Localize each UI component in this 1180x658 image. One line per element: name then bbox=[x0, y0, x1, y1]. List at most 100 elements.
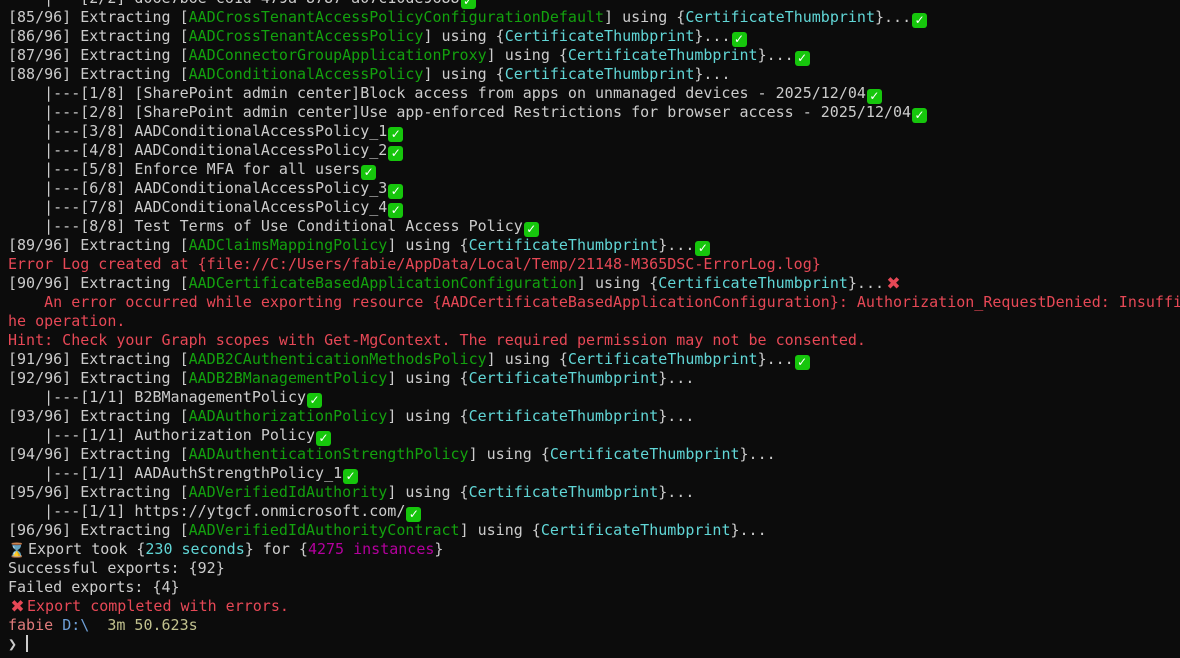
output-text: 3m 50.623s bbox=[107, 616, 198, 634]
output-text: |---[2/2] d06e7b6e-c61d-479a-8787-a07c10… bbox=[8, 0, 459, 7]
line-export-took: ⌛ Export took {230 seconds} for {4275 ins… bbox=[8, 540, 1180, 559]
check-icon: ✓ bbox=[388, 127, 404, 142]
output-text: Hint: Check your Graph scopes with Get-M… bbox=[8, 331, 866, 349]
output-text: D:\ bbox=[62, 616, 90, 634]
line-extract-90: [90/96] Extracting [AADCertificateBasedA… bbox=[8, 274, 1180, 293]
line-extract-94: [94/96] Extracting [AADAuthenticationStr… bbox=[8, 445, 1180, 464]
line-extract-85: [85/96] Extracting [AADCrossTenantAccess… bbox=[8, 8, 1180, 28]
line-sub-88-4: |---[4/8] AADConditionalAccessPolicy_2 ✓ bbox=[8, 141, 1180, 161]
output-text: Failed exports: {4} bbox=[8, 578, 180, 596]
terminal-output: |---[2/2] d06e7b6e-c61d-479a-8787-a07c10… bbox=[8, 0, 1180, 654]
line-sub-88-5: |---[5/8] Enforce MFA for all users ✓ bbox=[8, 160, 1180, 180]
output-text: [86/96] Extracting [ bbox=[8, 27, 189, 45]
line-sub-93-1: |---[1/1] Authorization Policy ✓ bbox=[8, 426, 1180, 446]
output-text: AADAuthorizationPolicy bbox=[188, 407, 388, 425]
check-icon: ✓ bbox=[361, 165, 377, 180]
output-text: ] using { bbox=[459, 521, 541, 539]
output-text: |---[1/1] https://ytgcf.onmicrosoft.com/ bbox=[8, 502, 406, 520]
output-text: CertificateThumbprint bbox=[504, 27, 695, 45]
output-text: AADB2BManagementPolicy bbox=[188, 369, 388, 387]
output-text: CertificateThumbprint bbox=[567, 46, 758, 64]
output-text: 4275 instances bbox=[307, 540, 435, 558]
check-icon: ✓ bbox=[866, 89, 882, 104]
output-text: }... bbox=[658, 483, 695, 501]
output-text: ] using { bbox=[468, 445, 550, 463]
output-text: [95/96] Extracting [ bbox=[8, 483, 189, 501]
output-text: }... bbox=[739, 445, 776, 463]
output-text: |---[1/8] [SharePoint admin center]Block… bbox=[8, 84, 866, 102]
output-text: |---[4/8] AADConditionalAccessPolicy_2 bbox=[8, 141, 388, 159]
output-text: ] using { bbox=[423, 65, 505, 83]
output-text: }... bbox=[757, 350, 794, 368]
output-text: |---[8/8] Test Terms of Use Conditional … bbox=[8, 217, 523, 235]
check-icon: ✓ bbox=[794, 51, 810, 66]
output-text: 230 seconds bbox=[145, 540, 245, 558]
output-text: CertificateThumbprint bbox=[685, 8, 875, 26]
output-text: [92/96] Extracting [ bbox=[8, 369, 189, 387]
output-text: ] using { bbox=[486, 350, 568, 368]
line-sub-88-2: |---[2/8] [SharePoint admin center]Use a… bbox=[8, 103, 1180, 123]
check-icon: ✓ bbox=[731, 32, 747, 47]
hourglass-icon: ⌛ bbox=[8, 543, 26, 559]
output-text: |---[6/8] AADConditionalAccessPolicy_3 bbox=[8, 179, 388, 197]
output-text: Successful exports: {92} bbox=[8, 559, 225, 577]
check-icon: ✓ bbox=[307, 393, 323, 408]
line-extract-91: [91/96] Extracting [AADB2CAuthentication… bbox=[8, 350, 1180, 370]
line-successful-exports: Successful exports: {92} bbox=[8, 559, 1180, 578]
output-text: |---[1/1] B2BManagementPolicy bbox=[8, 388, 307, 406]
output-text: ❯ bbox=[8, 635, 18, 653]
output-text: [87/96] Extracting [ bbox=[8, 46, 189, 64]
output-text: AADVerifiedIdAuthority bbox=[188, 483, 388, 501]
output-text: ] using { bbox=[387, 483, 469, 501]
output-text: AADCrossTenantAccessPolicyConfigurationD… bbox=[188, 8, 605, 26]
output-text: Export completed with errors. bbox=[27, 597, 289, 615]
line-extract-86: [86/96] Extracting [AADCrossTenantAccess… bbox=[8, 27, 1180, 47]
check-icon: ✓ bbox=[912, 13, 928, 28]
output-text: ] using { bbox=[387, 407, 469, 425]
output-text: AADCrossTenantAccessPolicy bbox=[188, 27, 424, 45]
output-text: ] using { bbox=[387, 369, 469, 387]
output-text: AADConditionalAccessPolicy bbox=[188, 65, 424, 83]
check-icon: ✓ bbox=[316, 431, 332, 446]
line-sub-94-1: |---[1/1] AADAuthStrengthPolicy_1 ✓ bbox=[8, 464, 1180, 484]
line-hint: Hint: Check your Graph scopes with Get-M… bbox=[8, 331, 1180, 350]
line-extract-92: [92/96] Extracting [AADB2BManagementPoli… bbox=[8, 369, 1180, 388]
line-prompt: ❯ bbox=[8, 635, 1180, 654]
output-text: }... bbox=[694, 65, 731, 83]
check-icon: ✓ bbox=[388, 203, 404, 218]
output-text: [94/96] Extracting [ bbox=[8, 445, 189, 463]
output-text: AADAuthenticationStrengthPolicy bbox=[188, 445, 469, 463]
line-sub-88-3: |---[3/8] AADConditionalAccessPolicy_1 ✓ bbox=[8, 122, 1180, 142]
line-extract-96: [96/96] Extracting [AADVerifiedIdAuthori… bbox=[8, 521, 1180, 540]
output-text: }... bbox=[757, 46, 794, 64]
output-text: CertificateThumbprint bbox=[504, 65, 695, 83]
output-text: CertificateThumbprint bbox=[468, 483, 659, 501]
cross-icon: ✖ bbox=[10, 597, 25, 617]
line-export-completed: ✖ Export completed with errors. bbox=[8, 597, 1180, 616]
output-text: ] using { bbox=[604, 8, 686, 26]
output-text: }... bbox=[658, 369, 695, 387]
output-text: fabie bbox=[8, 616, 54, 634]
output-text: he operation. bbox=[8, 312, 126, 330]
line-error-message: An error occurred while exporting resour… bbox=[8, 293, 1180, 312]
output-text: An error occurred while exporting resour… bbox=[8, 293, 1180, 311]
output-text: [96/96] Extracting [ bbox=[8, 521, 189, 539]
output-text: [89/96] Extracting [ bbox=[8, 236, 189, 254]
line-extract-87: [87/96] Extracting [AADConnectorGroupApp… bbox=[8, 46, 1180, 66]
line-extract-89: [89/96] Extracting [AADClaimsMappingPoli… bbox=[8, 236, 1180, 256]
terminal-window[interactable]: |---[2/2] d06e7b6e-c61d-479a-8787-a07c10… bbox=[0, 0, 1180, 658]
output-text: [88/96] Extracting [ bbox=[8, 65, 189, 83]
output-text: [90/96] Extracting [ bbox=[8, 274, 189, 292]
check-icon: ✓ bbox=[388, 184, 404, 199]
output-text: Export took { bbox=[28, 540, 146, 558]
output-text: |---[2/8] [SharePoint admin center]Use a… bbox=[8, 103, 912, 121]
line-extract-93: [93/96] Extracting [AADAuthorizationPoli… bbox=[8, 407, 1180, 426]
output-text: CertificateThumbprint bbox=[468, 407, 659, 425]
output-text: CertificateThumbprint bbox=[549, 445, 740, 463]
text-cursor[interactable] bbox=[26, 635, 29, 652]
output-text: ] using { bbox=[576, 274, 659, 292]
check-icon: ✓ bbox=[388, 146, 404, 161]
output-text: }... bbox=[658, 236, 695, 254]
output-text: ] using { bbox=[387, 236, 469, 254]
cross-icon: ✖ bbox=[886, 274, 901, 294]
